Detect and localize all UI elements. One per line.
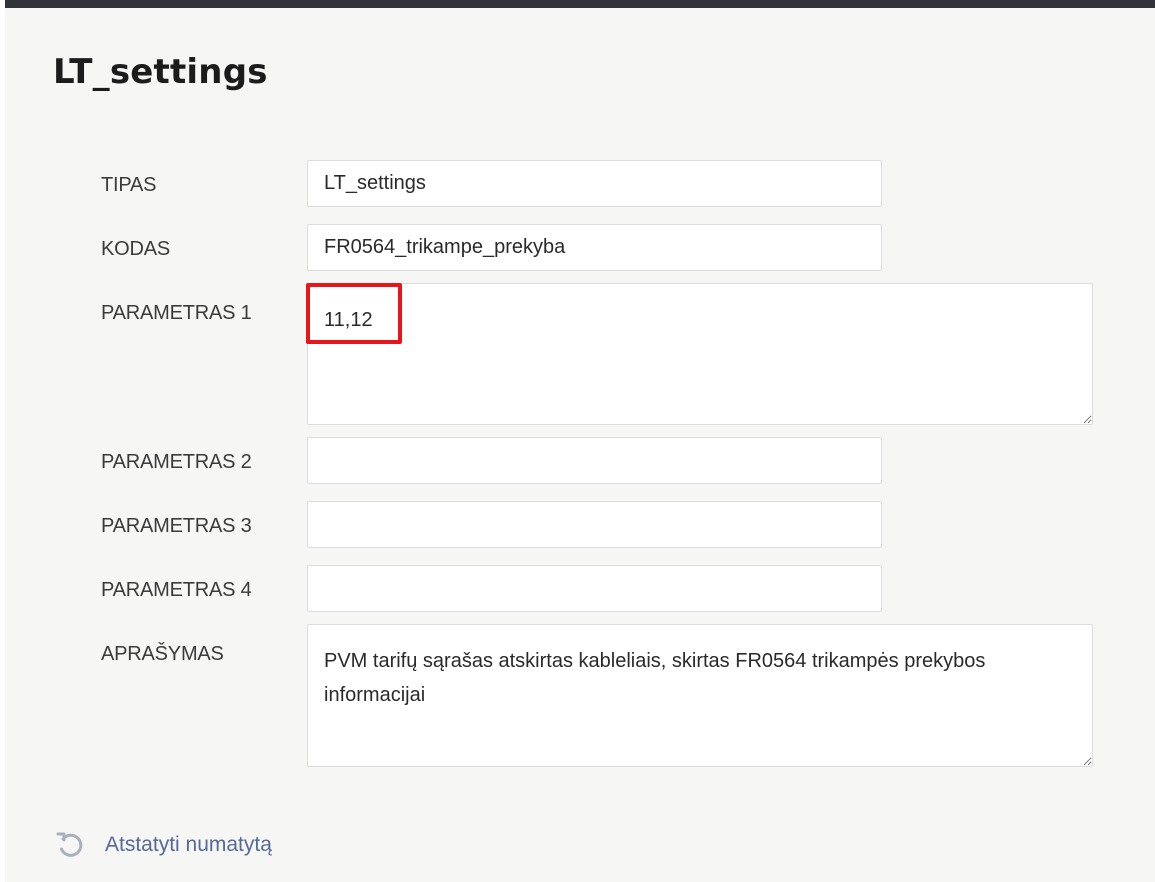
kodas-input[interactable] (307, 224, 882, 271)
kodas-label: KODAS (101, 238, 171, 260)
parametras-1-textarea[interactable]: 11,12 (307, 283, 1093, 425)
tipas-label: TIPAS (101, 174, 157, 196)
page-title: LT_settings (53, 52, 268, 92)
undo-icon (55, 830, 85, 860)
parametras-2-input[interactable] (307, 437, 882, 484)
parametras-2-label: PARAMETRAS 2 (101, 451, 252, 473)
tipas-input[interactable] (307, 160, 882, 207)
parametras-4-input[interactable] (307, 565, 882, 612)
reset-default-link[interactable]: Atstatyti numatytą (55, 830, 272, 860)
parametras-1-label: PARAMETRAS 1 (101, 302, 252, 324)
aprasymas-label: APRAŠYMAS (101, 643, 224, 665)
reset-default-label: Atstatyti numatytą (105, 833, 272, 856)
parametras-3-label: PARAMETRAS 3 (101, 515, 252, 537)
parametras-4-label: PARAMETRAS 4 (101, 579, 252, 601)
settings-panel: LT_settings TIPAS KODAS PARAMETRAS 1 11,… (5, 0, 1155, 882)
parametras-3-input[interactable] (307, 501, 882, 548)
aprasymas-textarea[interactable]: PVM tarifų sąrašas atskirtas kableliais,… (307, 624, 1093, 767)
